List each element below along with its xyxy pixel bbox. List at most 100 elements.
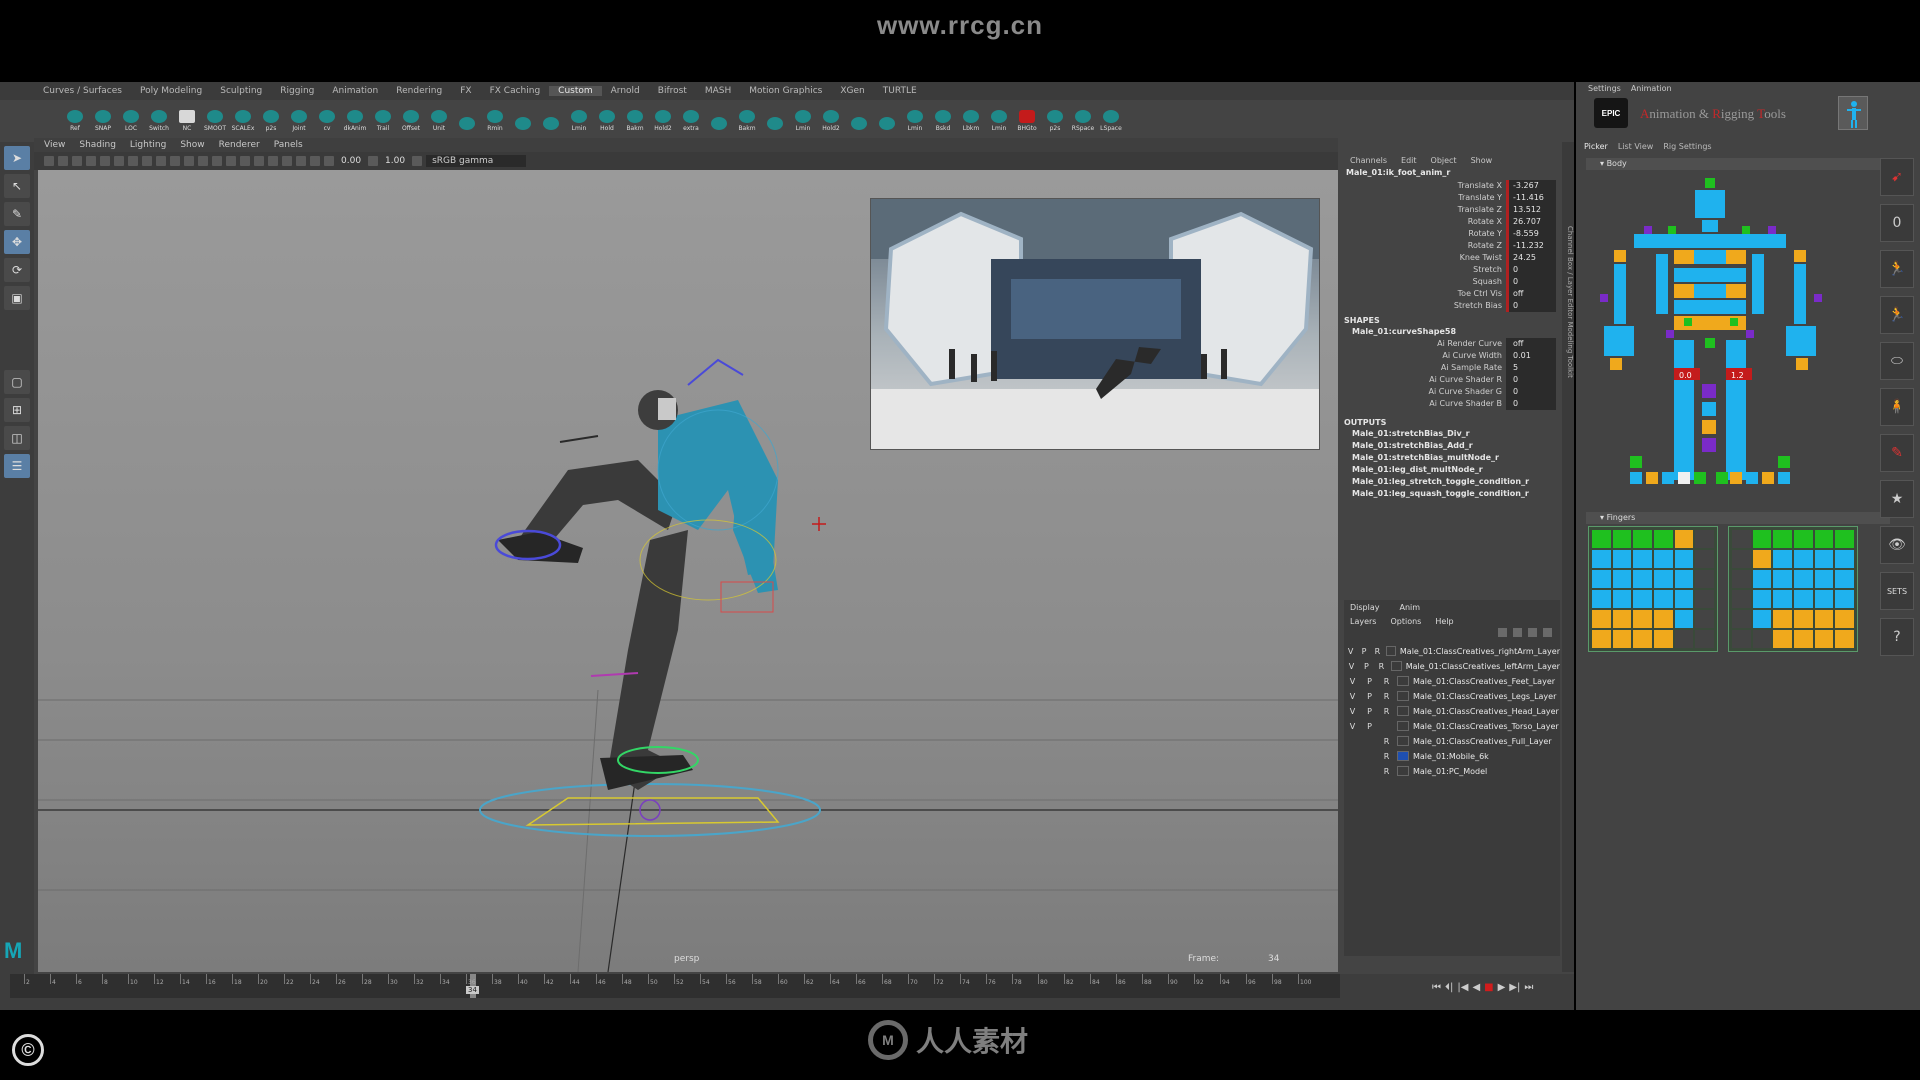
new-layer-selected-icon[interactable] (1543, 628, 1552, 637)
viewport-menu-item[interactable]: Panels (274, 140, 303, 150)
head-control[interactable] (687, 358, 744, 386)
character-model[interactable] (498, 390, 778, 790)
layer-playback-toggle[interactable] (1361, 734, 1378, 749)
finger-control[interactable] (1633, 550, 1652, 568)
channel-attribute-value[interactable]: 0 (1506, 264, 1556, 276)
finger-control[interactable] (1592, 590, 1611, 608)
help-button[interactable]: ? (1880, 618, 1914, 656)
finger-control[interactable] (1674, 570, 1694, 588)
finger-control[interactable] (1633, 530, 1652, 548)
channel-box-menu-item[interactable]: Edit (1401, 156, 1417, 165)
finger-control[interactable] (1835, 590, 1854, 608)
shelf-tab[interactable]: XGen (831, 86, 873, 96)
zero-pose-button[interactable]: 0 (1880, 204, 1914, 242)
shelf-button[interactable]: Lmin (904, 104, 926, 132)
camera-icon[interactable] (44, 156, 54, 166)
layer-visibility-toggle[interactable]: V (1344, 704, 1361, 719)
output-node[interactable]: Male_01:stretchBias_Div_r (1340, 428, 1562, 440)
resolution-gate-icon[interactable] (128, 156, 138, 166)
finger-control[interactable] (1612, 630, 1632, 648)
finger-control[interactable] (1835, 570, 1854, 588)
picker-menu-item[interactable]: Settings (1588, 84, 1621, 93)
layer-color-swatch[interactable] (1397, 691, 1409, 701)
layer-row[interactable]: V P R Male_01:ClassCreatives_rightArm_Layer (1344, 644, 1560, 659)
layer-visibility-toggle[interactable] (1344, 764, 1361, 779)
finger-control[interactable] (1653, 630, 1673, 648)
paint-select-icon[interactable]: ✎ (4, 202, 30, 226)
viewport-menu-item[interactable]: View (44, 140, 65, 150)
fk-ik-switch-icon[interactable]: ⬭ (1880, 342, 1914, 380)
picker-tab[interactable]: Rig Settings (1663, 142, 1711, 151)
shelf-button[interactable]: Lmin (568, 104, 590, 132)
shelf-tab[interactable]: MASH (696, 86, 740, 96)
channel-attribute-row[interactable]: Stretch Bias 0 (1340, 300, 1562, 312)
exposure-field[interactable]: 0.00 (338, 156, 364, 166)
finger-control[interactable] (1752, 530, 1772, 548)
channel-attribute-value[interactable]: -11.416 (1506, 192, 1556, 204)
finger-control[interactable] (1773, 590, 1792, 608)
channel-attribute-value[interactable]: -11.232 (1506, 240, 1556, 252)
safe-action-icon[interactable] (170, 156, 180, 166)
pose-copy-icon[interactable]: 🏃 (1880, 296, 1914, 334)
layer-playback-toggle[interactable]: P (1361, 674, 1378, 689)
layer-row[interactable]: R Male_01:Mobile_6k (1344, 749, 1560, 764)
finger-control[interactable] (1835, 550, 1854, 568)
finger-control[interactable] (1773, 610, 1792, 628)
shelf-button[interactable] (540, 104, 562, 132)
time-ticks[interactable]: 34 2 4 6 8 10 12 14 16 18 20 22 24 26 28 30 32 34 36 38 40 4… (10, 974, 1340, 998)
layer-visibility-toggle[interactable] (1344, 734, 1361, 749)
layer-row[interactable]: V P R Male_01:ClassCreatives_Feet_Layer (1344, 674, 1560, 689)
channel-attribute-row[interactable]: Knee Twist 24.25 (1340, 252, 1562, 264)
finger-control[interactable] (1612, 530, 1632, 548)
channel-attribute-value[interactable]: -8.559 (1506, 228, 1556, 240)
finger-control[interactable] (1592, 570, 1611, 588)
finger-control[interactable] (1814, 610, 1834, 628)
shelf-button[interactable]: p2s (260, 104, 282, 132)
channel-attribute-row[interactable]: Ai Render Curve off (1340, 338, 1562, 350)
rotate-tool-icon[interactable]: ⟳ (4, 258, 30, 282)
step-back-frame-icon[interactable]: |◀ (1457, 982, 1468, 993)
finger-control[interactable] (1612, 550, 1632, 568)
finger-control[interactable] (1835, 530, 1854, 548)
left-fingers-picker[interactable] (1588, 526, 1718, 652)
play-forward-icon[interactable]: ▶ (1498, 982, 1506, 993)
layout-two-icon[interactable]: ◫ (4, 426, 30, 450)
xray-joints-icon[interactable] (310, 156, 320, 166)
right-fingers-picker[interactable] (1728, 526, 1858, 652)
finger-control[interactable] (1773, 530, 1792, 548)
textured-icon[interactable] (212, 156, 222, 166)
layer-reference-toggle[interactable]: R (1378, 749, 1395, 764)
xray-icon[interactable] (296, 156, 306, 166)
channel-box-menu-item[interactable]: Object (1431, 156, 1457, 165)
finger-control[interactable] (1695, 550, 1714, 568)
finger-control[interactable] (1752, 550, 1772, 568)
layer-editor-menu-item[interactable]: Options (1390, 617, 1421, 626)
finger-control[interactable] (1773, 570, 1792, 588)
shelf-button[interactable] (512, 104, 534, 132)
finger-control[interactable] (1653, 570, 1673, 588)
finger-control[interactable] (1674, 550, 1694, 568)
finger-control[interactable] (1793, 590, 1813, 608)
channel-attribute-value[interactable]: 0 (1506, 276, 1556, 288)
shelf-tab[interactable]: Arnold (602, 86, 649, 96)
layer-color-swatch[interactable] (1386, 646, 1396, 656)
shelf-button[interactable]: Hold2 (820, 104, 842, 132)
layer-reference-toggle[interactable]: R (1378, 689, 1395, 704)
output-node[interactable]: Male_01:leg_dist_multNode_r (1340, 464, 1562, 476)
finger-control[interactable] (1653, 610, 1673, 628)
layer-row[interactable]: V P Male_01:ClassCreatives_Torso_Layer (1344, 719, 1560, 734)
shelf-button[interactable]: SNAP (92, 104, 114, 132)
finger-control[interactable] (1674, 630, 1694, 648)
aa-icon[interactable] (268, 156, 278, 166)
channel-attribute-row[interactable]: Ai Curve Shader G 0 (1340, 386, 1562, 398)
finger-control[interactable] (1612, 610, 1632, 628)
layer-reference-toggle[interactable]: R (1374, 659, 1389, 674)
layer-visibility-toggle[interactable]: V (1344, 689, 1361, 704)
layer-row[interactable]: V P R Male_01:ClassCreatives_Legs_Layer (1344, 689, 1560, 704)
channel-attribute-value[interactable]: 0 (1506, 300, 1556, 312)
channel-attribute-value[interactable]: 0 (1506, 386, 1556, 398)
select-tool-icon[interactable]: ➤ (4, 146, 30, 170)
output-node[interactable]: Male_01:stretchBias_multNode_r (1340, 452, 1562, 464)
exposure-icon[interactable] (324, 156, 334, 166)
image-plane-icon[interactable] (86, 156, 96, 166)
